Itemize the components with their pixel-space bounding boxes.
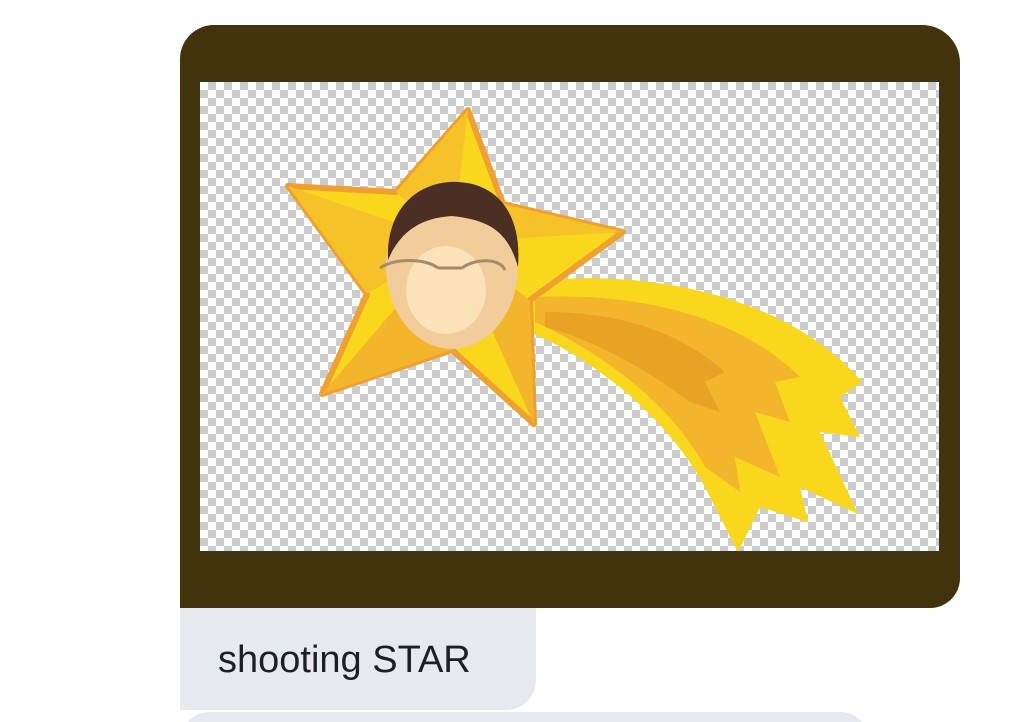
shooting-star-icon <box>285 107 862 551</box>
media-message-bubble[interactable] <box>180 25 960 608</box>
message-thread: shooting STAR <box>0 0 1011 722</box>
caption-message-bubble[interactable]: shooting STAR <box>180 608 536 710</box>
shared-image[interactable] <box>200 82 939 551</box>
next-message-bubble[interactable] <box>180 712 870 722</box>
face-highlight <box>406 246 486 334</box>
message-caption: shooting STAR <box>218 639 471 681</box>
